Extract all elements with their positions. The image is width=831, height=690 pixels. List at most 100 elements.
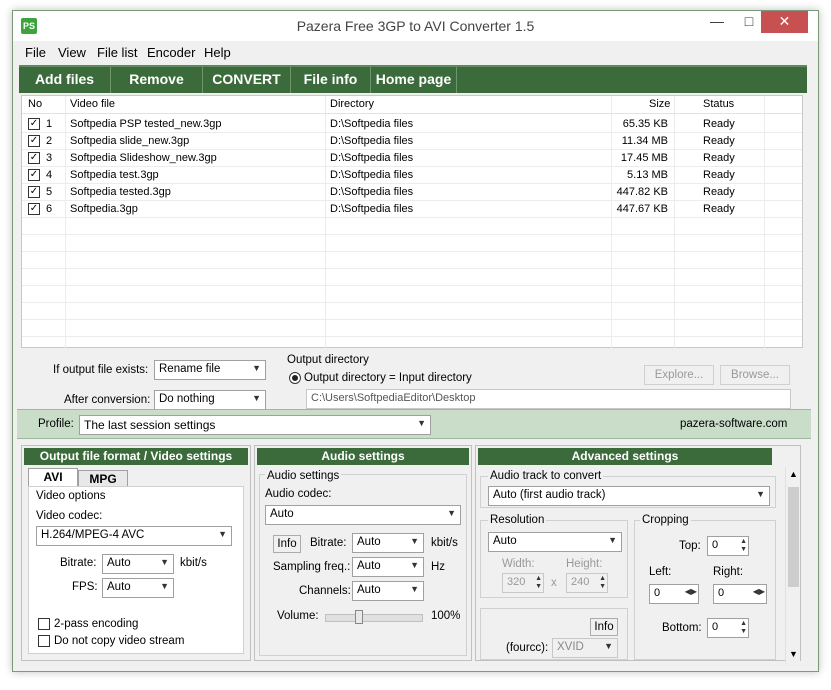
fps-select[interactable]: Auto ▼: [102, 578, 174, 598]
empty-row: [22, 303, 802, 320]
header-status[interactable]: Status: [703, 98, 734, 110]
cell-video-file: Softpedia PSP tested_new.3gp: [70, 118, 222, 130]
chevron-down-icon: ▼: [160, 581, 169, 591]
crop-top-field[interactable]: 0 ▲ ▼: [707, 536, 749, 556]
table-row[interactable]: ✓ 6 Softpedia.3gp D:\Softpedia files 447.67 …: [22, 201, 802, 218]
audio-track-label: Audio track to convert: [488, 470, 604, 482]
two-pass-checkbox[interactable]: [38, 618, 50, 630]
video-options-label: Video options: [36, 490, 106, 502]
audio-codec-label: Audio codec:: [265, 488, 332, 500]
advanced-settings-header: Advanced settings: [478, 448, 772, 465]
add-files-button[interactable]: Add files: [19, 67, 111, 93]
crop-left-field[interactable]: 0 ◀▶: [649, 584, 699, 604]
channels-label: Channels:: [299, 585, 351, 597]
cell-directory: D:\Softpedia files: [330, 118, 414, 130]
cell-no: 6: [46, 203, 53, 215]
chevron-down-icon: ▼: [410, 560, 419, 570]
after-conversion-select[interactable]: Do nothing ▼: [154, 390, 266, 410]
fourcc-label: (fourcc):: [506, 642, 549, 654]
if-exists-select[interactable]: Rename file ▼: [154, 360, 266, 380]
no-copy-label: Do not copy video stream: [54, 635, 185, 647]
row-checkbox[interactable]: ✓: [28, 203, 40, 215]
header-size[interactable]: Size: [649, 98, 670, 110]
cell-status: Ready: [703, 203, 735, 215]
audio-track-select[interactable]: Auto (first audio track) ▼: [488, 486, 770, 506]
cell-size: 447.67 KB: [616, 203, 668, 215]
cell-size: 17.45 MB: [620, 152, 668, 164]
volume-slider-thumb[interactable]: [355, 610, 363, 624]
chevron-down-icon: ▼: [218, 529, 227, 539]
scroll-thumb[interactable]: [788, 487, 799, 587]
cell-directory: D:\Softpedia files: [330, 186, 414, 198]
row-checkbox[interactable]: ✓: [28, 169, 40, 181]
header-no[interactable]: No: [28, 98, 42, 110]
output-path-field[interactable]: C:\Users\SoftpediaEditor\Desktop: [306, 389, 791, 409]
height-field[interactable]: 240 ▲ ▼: [566, 573, 608, 593]
home-page-button[interactable]: Home page: [371, 67, 457, 93]
audio-settings-header: Audio settings: [257, 448, 469, 465]
table-row[interactable]: ✓ 2 Softpedia slide_new.3gp D:\Softpedia fi…: [22, 133, 802, 150]
crop-right-field[interactable]: 0 ◀▶: [713, 584, 767, 604]
advanced-info-button[interactable]: Info: [590, 618, 618, 636]
close-icon[interactable]: ✕: [761, 11, 808, 33]
volume-label: Volume:: [277, 610, 319, 622]
menu-file[interactable]: File: [25, 45, 46, 60]
cell-video-file: Softpedia tested.3gp: [70, 186, 171, 198]
spinner-icon: ▲ ▼: [740, 620, 747, 635]
video-bitrate-unit: kbit/s: [180, 557, 207, 569]
sampling-freq-select[interactable]: Auto ▼: [352, 557, 424, 577]
video-bitrate-select[interactable]: Auto ▼: [102, 554, 174, 574]
remove-button[interactable]: Remove: [111, 67, 203, 93]
video-codec-select[interactable]: H.264/MPEG-4 AVC ▼: [36, 526, 232, 546]
file-list[interactable]: No Video file Directory Size Status ✓ 1 So…: [21, 95, 803, 349]
fourcc-select[interactable]: XVID ▼: [552, 638, 618, 658]
crop-right-label: Right:: [713, 566, 744, 578]
audio-bitrate-select[interactable]: Auto ▼: [352, 533, 424, 553]
width-field[interactable]: 320 ▲ ▼: [502, 573, 544, 593]
cell-status: Ready: [703, 152, 735, 164]
profile-select[interactable]: The last session settings ▼: [79, 415, 431, 435]
browse-button[interactable]: Browse...: [720, 365, 790, 385]
file-info-button[interactable]: File info: [291, 67, 371, 93]
menu-encoder[interactable]: Encoder: [147, 45, 195, 60]
options-panel: If output file exists: Rename file ▼ Afte…: [21, 349, 803, 411]
channels-select[interactable]: Auto ▼: [352, 581, 424, 601]
explore-button[interactable]: Explore...: [644, 365, 714, 385]
after-conversion-label: After conversion:: [64, 394, 151, 406]
chevron-down-icon: ▼: [410, 584, 419, 594]
resolution-select[interactable]: Auto ▼: [488, 532, 622, 552]
output-dir-radio[interactable]: [289, 372, 301, 384]
empty-row: [22, 286, 802, 303]
advanced-scrollbar[interactable]: ▲ ▼: [785, 467, 800, 663]
table-row[interactable]: ✓ 4 Softpedia test.3gp D:\Softpedia files 5.…: [22, 167, 802, 184]
menu-view[interactable]: View: [58, 45, 86, 60]
table-row[interactable]: ✓ 5 Softpedia tested.3gp D:\Softpedia files…: [22, 184, 802, 201]
menu-help[interactable]: Help: [204, 45, 231, 60]
no-copy-checkbox[interactable]: [38, 635, 50, 647]
cell-directory: D:\Softpedia files: [330, 169, 414, 181]
tab-avi[interactable]: AVI: [28, 468, 78, 486]
audio-info-button[interactable]: Info: [273, 535, 301, 553]
header-video-file[interactable]: Video file: [70, 98, 115, 110]
audio-codec-select[interactable]: Auto ▼: [265, 505, 461, 525]
spinner-icon: ▲ ▼: [535, 575, 542, 590]
header-directory[interactable]: Directory: [330, 98, 374, 110]
crop-bottom-field[interactable]: 0 ▲ ▼: [707, 618, 749, 638]
menu-file-list[interactable]: File list: [97, 45, 137, 60]
title-bar[interactable]: PS Pazera Free 3GP to AVI Converter 1.5 …: [13, 11, 818, 41]
profile-bar: Profile: The last session settings ▼ paze…: [17, 409, 811, 439]
website-link[interactable]: pazera-software.com: [680, 418, 787, 430]
if-exists-label: If output file exists:: [53, 364, 149, 376]
cell-directory: D:\Softpedia files: [330, 135, 414, 147]
table-row[interactable]: ✓ 1 Softpedia PSP tested_new.3gp D:\Softped…: [22, 116, 802, 133]
convert-button[interactable]: CONVERT: [203, 67, 291, 93]
row-checkbox[interactable]: ✓: [28, 135, 40, 147]
two-pass-label: 2-pass encoding: [54, 618, 139, 630]
table-row[interactable]: ✓ 3 Softpedia Slideshow_new.3gp D:\Softpedi…: [22, 150, 802, 167]
row-checkbox[interactable]: ✓: [28, 186, 40, 198]
row-checkbox[interactable]: ✓: [28, 152, 40, 164]
volume-slider[interactable]: [325, 614, 423, 622]
toolbar: Add files Remove CONVERT File info Home …: [19, 65, 807, 93]
chevron-down-icon: ▼: [252, 363, 261, 373]
row-checkbox[interactable]: ✓: [28, 118, 40, 130]
